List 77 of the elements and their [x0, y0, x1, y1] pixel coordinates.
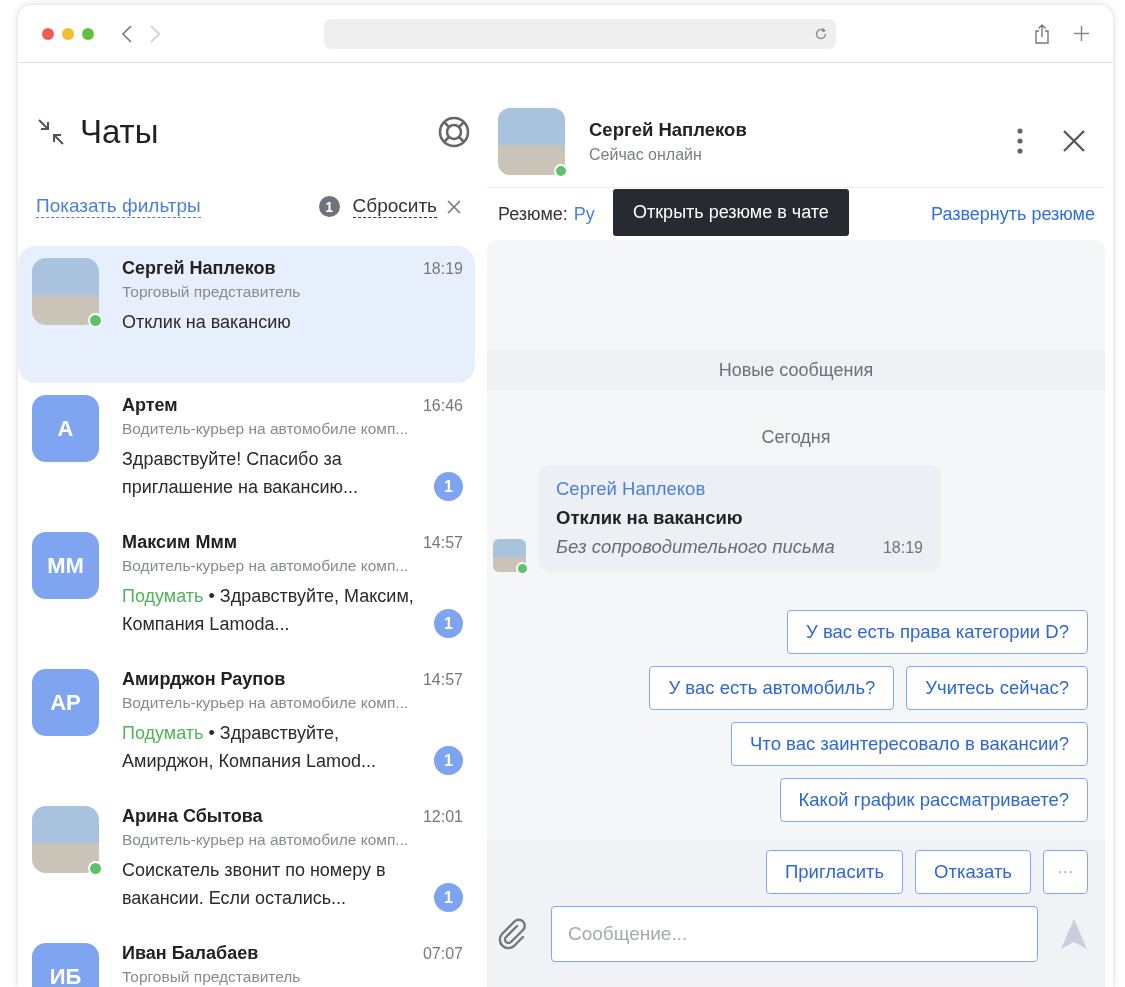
lifebuoy-icon[interactable] — [437, 115, 471, 149]
message-title: Отклик на вакансию — [556, 507, 744, 529]
action-button[interactable]: Пригласить — [766, 850, 904, 894]
photo-placeholder — [498, 107, 565, 175]
new-messages-label: Новые сообщения — [718, 359, 874, 381]
message-time: 14:57 — [422, 671, 463, 689]
contact-name: Арина Сбытова — [122, 806, 263, 827]
date-label: Сегодня — [761, 426, 831, 448]
quick-reply-button[interactable]: Учитесь сейчас? — [906, 666, 1088, 710]
share-icon[interactable] — [1034, 23, 1050, 44]
panel-title: Чаты — [80, 113, 159, 151]
message-preview: Подумать • Здравствуйте, Максим, Компания Lamoda... — [122, 585, 414, 636]
plus-icon[interactable] — [1074, 26, 1089, 41]
message-preview: Соискатель звонит по номеру в вакансии. Если остались... — [122, 859, 387, 910]
back-icon[interactable] — [122, 24, 132, 43]
message-time: 18:19 — [882, 539, 923, 557]
contact-name: Амирджон Раупов — [122, 669, 286, 690]
avatar: АР — [32, 669, 99, 736]
message-time: 18:19 — [422, 260, 463, 278]
chat-list-item[interactable]: А Артем 16:46 Водитель-курьер на автомобиле комп... Здравствуйте! Спасибо за приглашение на вакансию... 1 — [18, 383, 475, 520]
quick-reply-button[interactable]: У вас есть права категории D? — [787, 610, 1088, 654]
contact-name: Максим Ммм — [122, 532, 237, 553]
vacancy-title: Водитель-курьер на автомобиле комп... — [122, 557, 409, 574]
chat-list-item[interactable]: ММ Максим Ммм 14:57 Водитель-курьер на автомобиле комп... Подумать • Здравствуйте, Максим, Компания Lamoda... 1 — [18, 520, 475, 657]
photo-placeholder — [493, 539, 526, 572]
avatar: А — [32, 395, 99, 462]
paperclip-icon[interactable] — [497, 918, 529, 950]
vacancy-title: Водитель-курьер на автомобиле комп... — [122, 694, 409, 711]
chat-list-item[interactable]: АР Амирджон Раупов 14:57 Водитель-курьер на автомобиле комп... Подумать • Здравствуйте, Амирджон, Компания Lamod... 1 — [18, 657, 475, 794]
more-options-icon[interactable] — [1017, 128, 1023, 154]
quick-reply-button[interactable]: Что вас заинтересовало в вакансии? — [731, 722, 1088, 766]
message-input[interactable]: Сообщение... — [551, 906, 1038, 962]
message-time: 16:46 — [422, 397, 463, 415]
vacancy-title: Водитель-курьер на автомобиле комп... — [122, 420, 409, 437]
avatar: ММ — [32, 532, 99, 599]
resume-label: Резюме: — [498, 203, 568, 225]
contact-name: Иван Балабаев — [122, 943, 259, 964]
collapse-icon[interactable] — [36, 117, 66, 147]
online-status: Сейчас онлайн — [589, 145, 703, 164]
close-window-icon[interactable] — [42, 27, 54, 40]
chat-list-item[interactable]: Сергей Наплеков 18:19 Торговый представитель Отклик на вакансию — [18, 246, 475, 383]
message-time: 12:01 — [422, 808, 463, 826]
chat-list-item[interactable]: ИБ Иван Балабаев 07:07 Торговый представитель — [18, 931, 475, 987]
message-time: 07:07 — [422, 945, 463, 963]
reload-icon[interactable] — [814, 26, 828, 41]
vacancy-title: Водитель-курьер на автомобиле комп... — [122, 831, 409, 848]
action-button[interactable]: Отказать — [915, 850, 1031, 894]
reset-link[interactable]: Сбросить — [352, 195, 437, 218]
quick-reply-button[interactable]: У вас есть автомобиль? — [649, 666, 895, 710]
message-preview: Здравствуйте! Спасибо за приглашение на вакансию... — [122, 448, 360, 499]
contact-name: Сергей Наплеков — [122, 258, 276, 279]
filter-count-badge: 1 — [318, 196, 340, 217]
message-preview: Подумать • Здравствуйте, Амирджон, Компания Lamod... — [122, 722, 377, 773]
close-icon[interactable] — [447, 199, 461, 214]
unread-badge: 1 — [434, 609, 463, 638]
close-icon[interactable] — [1063, 130, 1085, 152]
expand-resume-link[interactable]: Развернуть резюме — [931, 203, 1095, 225]
unread-badge: 1 — [434, 472, 463, 501]
vacancy-title: Торговый представитель — [122, 283, 301, 300]
resume-link[interactable]: Ру — [573, 203, 595, 225]
photo-placeholder — [32, 806, 99, 873]
chat-list-item[interactable]: Арина Сбытова 12:01 Водитель-курьер на автомобиле комп... Соискатель звонит по номеру в вакансии. Если остались... 1 — [18, 794, 475, 931]
tooltip: Открыть резюме в чате — [613, 189, 849, 236]
show-filters-link[interactable]: Показать фильтры — [36, 195, 201, 218]
unread-badge: 1 — [434, 883, 463, 912]
message-time: 14:57 — [422, 534, 463, 552]
contact-name: Сергей Наплеков — [589, 118, 747, 141]
maximize-window-icon[interactable] — [82, 27, 94, 40]
avatar: ИБ — [32, 943, 99, 987]
quick-reply-button[interactable]: Какой график рассматриваете? — [779, 778, 1088, 822]
photo-placeholder — [32, 258, 99, 325]
sender-name: Сергей Наплеков — [556, 478, 707, 500]
unread-badge: 1 — [434, 746, 463, 775]
message-preview: Отклик на вакансию — [122, 311, 292, 334]
contact-name: Артем — [122, 395, 178, 416]
vacancy-title: Торговый представитель — [122, 968, 301, 985]
message-text: Без сопроводительного письма — [556, 536, 835, 558]
